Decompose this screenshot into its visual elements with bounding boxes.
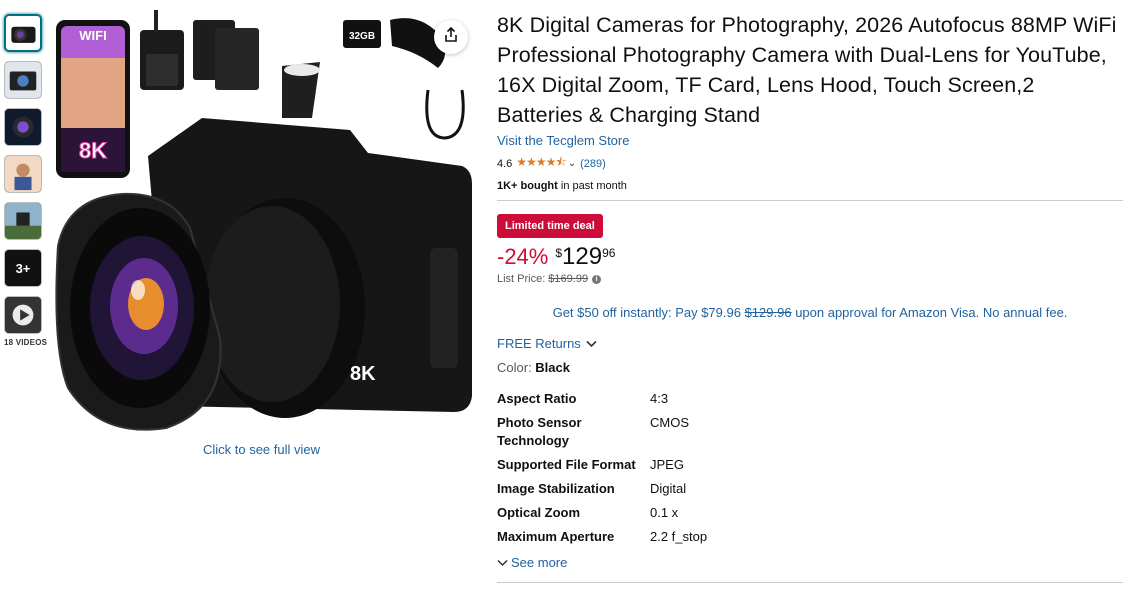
camera-8k-label: 8K [350, 363, 376, 385]
bought-count-rest: in past month [557, 180, 627, 192]
table-row: Supported File Format JPEG [497, 456, 707, 480]
thumbnail-3[interactable] [4, 108, 42, 146]
see-more-label: See more [511, 555, 568, 570]
full-view-link[interactable]: Click to see full view [50, 442, 473, 457]
table-row: Aspect Ratio 4:3 [497, 390, 707, 414]
color-row: Color: Black [497, 360, 1125, 375]
promo-prefix: Get $50 off instantly: Pay $79.96 [552, 305, 745, 320]
phone-8k-text: 8K [79, 138, 107, 163]
video-count-label: 18 VIDEOS [4, 338, 48, 347]
spec-key: Image Stabilization [497, 481, 615, 496]
specs-table: Aspect Ratio 4:3 Photo Sensor Technology C… [497, 390, 707, 552]
info-icon[interactable]: i [592, 274, 602, 284]
color-value: Black [535, 360, 570, 375]
thumbnail-4[interactable] [4, 155, 42, 193]
table-row: Maximum Aperture 2.2 f_stop [497, 528, 707, 552]
thumbnail-5[interactable] [4, 202, 42, 240]
color-label: Color: [497, 360, 536, 375]
spec-key: Photo Sensor Technology [497, 415, 582, 448]
spec-value: 0.1 x [650, 505, 679, 520]
chevron-down-icon [586, 336, 597, 351]
thumbnail-video[interactable] [4, 296, 42, 334]
chevron-down-icon[interactable]: ⌄ [568, 158, 576, 169]
spec-key: Aspect Ratio [497, 391, 577, 406]
spec-value: 4:3 [650, 391, 669, 406]
price-whole: 129 [562, 243, 603, 270]
spec-value: CMOS [650, 415, 689, 430]
rating-value: 4.6 [497, 157, 513, 170]
rating-row: 4.6 ★★★★⯪ ⌄ (289) [497, 153, 1125, 174]
divider [497, 582, 1123, 583]
product-title: 8K Digital Cameras for Photography, 2026… [497, 13, 1117, 127]
list-price-value: $169.99 [548, 273, 589, 285]
discount-percent: -24% [497, 244, 549, 269]
promo-suffix: upon approval for Amazon Visa. No annual… [791, 305, 1068, 320]
table-row: Photo Sensor Technology CMOS [497, 414, 707, 456]
free-returns-link[interactable]: FREE Returns [497, 336, 1125, 351]
store-link[interactable]: Visit the Tecglem Store [497, 133, 1125, 148]
wifi-badge-text: WIFI [79, 28, 106, 43]
returns-label: FREE Returns [497, 336, 581, 351]
divider [497, 200, 1123, 201]
chevron-down-icon [497, 555, 508, 570]
star-rating-icon[interactable]: ★★★★⯪ [516, 153, 566, 174]
rating-count-link[interactable]: (289) [580, 158, 606, 170]
battery-2-image [215, 28, 259, 90]
more-images-count: 3+ [5, 250, 41, 286]
spec-value: 2.2 f_stop [650, 529, 708, 544]
spec-key: Supported File Format [497, 457, 636, 472]
deal-badge: Limited time deal [497, 214, 603, 238]
price-currency: $ [555, 246, 563, 260]
thumbnail-more[interactable]: 3+ [4, 249, 42, 287]
spec-value: JPEG [650, 457, 684, 472]
price-row: -24% $ 129 96 [497, 244, 1125, 270]
bought-count-bold: 1K+ bought [497, 180, 558, 192]
bought-count: 1K+ bought in past month [497, 180, 1125, 192]
thumbnail-strip: 3+ 18 VIDEOS [4, 14, 48, 347]
promo-strike-price: $129.96 [744, 305, 792, 320]
price-fraction: 96 [602, 246, 616, 260]
spec-key: Maximum Aperture [497, 529, 615, 544]
spec-value: Digital [650, 481, 687, 496]
list-price-label: List Price: [497, 273, 546, 285]
table-row: Image Stabilization Digital [497, 480, 707, 504]
thumbnail-2[interactable] [4, 61, 42, 99]
sd-card-text: 32GB [349, 31, 375, 42]
table-row: Optical Zoom 0.1 x [497, 504, 707, 528]
share-icon [443, 26, 459, 48]
spec-key: Optical Zoom [497, 505, 581, 520]
product-details: 8K Digital Cameras for Photography, 2026… [497, 10, 1125, 583]
list-price: List Price: $169.99 i [497, 273, 1125, 285]
share-button[interactable] [434, 20, 468, 54]
visa-promo-link[interactable]: Get $50 off instantly: Pay $79.96 $129.9… [497, 305, 1123, 320]
see-more-link[interactable]: See more [497, 555, 1125, 570]
phone-image: WIFI 8K [56, 20, 130, 178]
main-product-image[interactable]: WIFI 8K 32GB 8K [50, 8, 473, 441]
thumbnail-1[interactable] [4, 14, 42, 52]
